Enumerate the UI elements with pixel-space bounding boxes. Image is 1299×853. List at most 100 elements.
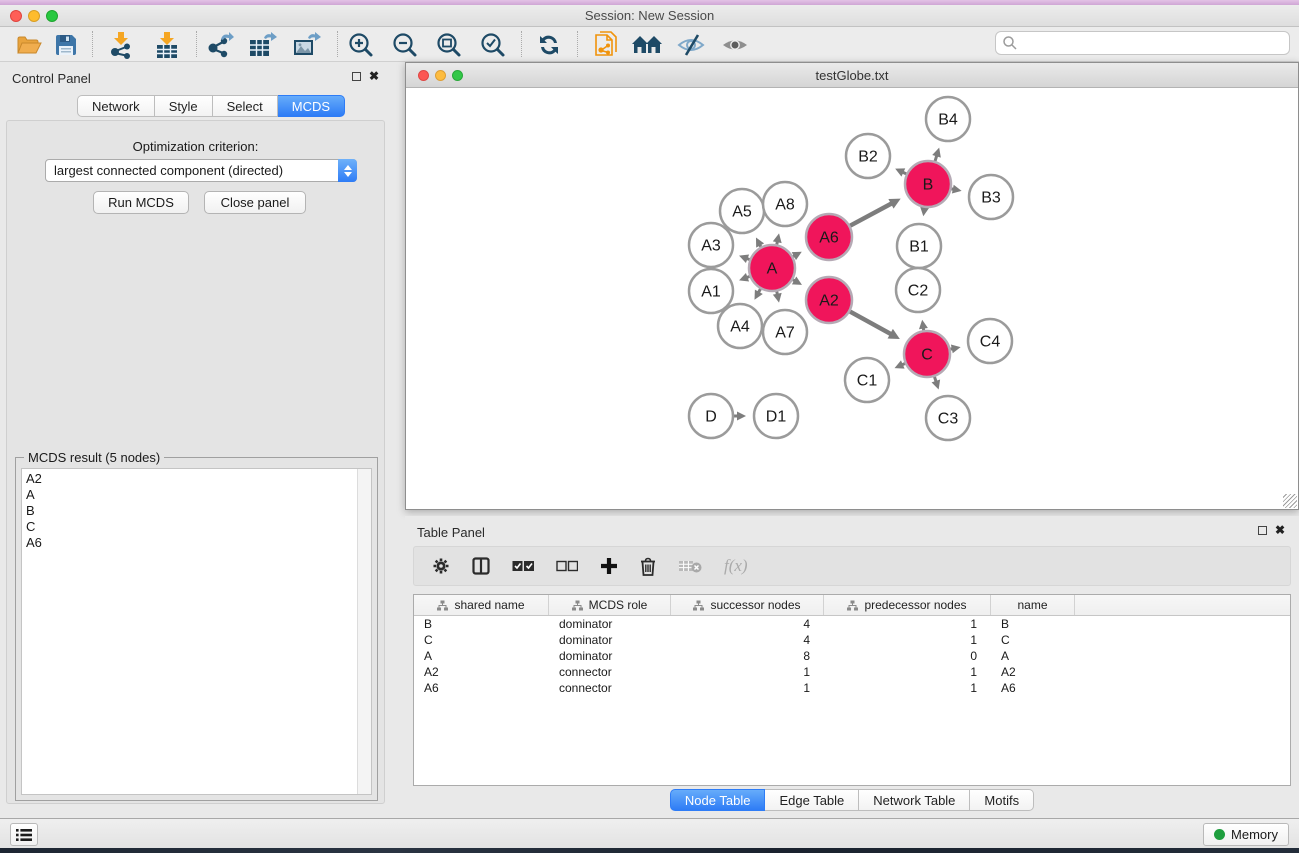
table-cell: 1 <box>671 681 824 695</box>
toolbar-separator <box>337 31 338 57</box>
network-graph-canvas[interactable]: B4B2BB3A5A8A6A3B1AA1C2A2A4A7C4CC1C3DD1 <box>406 88 1298 509</box>
tab-network-table[interactable]: Network Table <box>859 789 970 811</box>
graph-node-label: A3 <box>701 238 721 255</box>
window-resize-grip[interactable] <box>1283 494 1297 508</box>
control-panel-window-buttons: ✖ <box>352 71 379 81</box>
export-image-icon[interactable] <box>290 30 324 60</box>
node-table: shared name MCDS rolesuccessor nodes prede… <box>413 594 1291 786</box>
window-titlebar[interactable]: Session: New Session <box>0 5 1299 27</box>
tab-select[interactable]: Select <box>213 95 278 117</box>
optimization-criterion-label: Optimization criterion: <box>7 139 384 154</box>
tab-motifs[interactable]: Motifs <box>970 789 1034 811</box>
tab-node-table[interactable]: Node Table <box>670 789 766 811</box>
result-scrollbar[interactable] <box>357 469 371 794</box>
close-panel-icon[interactable]: ✖ <box>369 71 379 81</box>
refresh-icon[interactable] <box>532 30 566 60</box>
column-type-icon <box>693 600 704 611</box>
main-toolbar <box>0 27 1299 62</box>
table-row[interactable]: Cdominator41C <box>414 632 1290 648</box>
open-session-icon[interactable] <box>12 30 46 60</box>
table-row[interactable]: A2connector11A2 <box>414 664 1290 680</box>
select-all-columns-icon[interactable] <box>512 560 534 572</box>
table-panel-window-buttons: ✖ <box>1258 525 1285 535</box>
graph-node-label: D <box>705 409 717 426</box>
delete-table-icon[interactable] <box>678 559 702 573</box>
import-network-icon[interactable] <box>104 30 138 60</box>
memory-button[interactable]: Memory <box>1203 823 1289 846</box>
column-header-label: predecessor nodes <box>864 598 966 612</box>
export-table-icon[interactable] <box>246 30 280 60</box>
control-panel-title: Control Panel <box>12 71 91 86</box>
zoom-in-icon[interactable] <box>344 30 378 60</box>
save-session-icon[interactable] <box>49 30 83 60</box>
table-cell: 1 <box>824 665 991 679</box>
table-tabs: Node TableEdge TableNetwork TableMotifs <box>670 789 1034 811</box>
table-row[interactable]: Adominator80A <box>414 648 1290 664</box>
graph-edge-arrowhead <box>773 233 782 243</box>
tab-edge-table[interactable]: Edge Table <box>765 789 859 811</box>
close-panel-icon[interactable]: ✖ <box>1275 525 1285 535</box>
result-item[interactable]: A6 <box>26 535 371 551</box>
criterion-dropdown-value: largest connected component (directed) <box>46 163 338 178</box>
column-header-shared-name[interactable]: shared name <box>414 595 549 615</box>
zoom-out-icon[interactable] <box>388 30 422 60</box>
graph-node-label: B1 <box>909 239 929 256</box>
network-view-window: testGlobe.txt B4B2BB3A5A8A6A3B1AA1C2A2A4… <box>405 62 1299 510</box>
float-panel-icon[interactable] <box>352 72 361 81</box>
graph-node-label: C <box>921 347 933 364</box>
network-from-file-icon[interactable] <box>589 30 623 60</box>
column-type-icon <box>847 600 858 611</box>
search-field[interactable] <box>995 31 1290 55</box>
run-mcds-button[interactable]: Run MCDS <box>93 191 189 214</box>
column-header-successor-nodes[interactable]: successor nodes <box>671 595 824 615</box>
network-window-titlebar[interactable]: testGlobe.txt <box>406 63 1298 88</box>
toolbar-separator <box>92 31 93 57</box>
result-item[interactable]: A <box>26 487 371 503</box>
table-cell: A2 <box>414 665 549 679</box>
result-item[interactable]: B <box>26 503 371 519</box>
export-network-icon[interactable] <box>203 30 237 60</box>
close-panel-button[interactable]: Close panel <box>204 191 306 214</box>
mcds-result-items: A2ABCA6 <box>22 471 371 551</box>
graph-edge-A6-B[interactable] <box>850 203 893 226</box>
search-input[interactable] <box>1018 35 1289 51</box>
show-columns-icon[interactable] <box>472 557 490 575</box>
settings-gear-icon[interactable] <box>432 557 450 575</box>
graph-edge-A2-C[interactable] <box>850 312 892 335</box>
import-table-icon[interactable] <box>150 30 184 60</box>
criterion-dropdown[interactable]: largest connected component (directed) <box>45 159 357 182</box>
mcds-tab-content: Optimization criterion: largest connecte… <box>6 120 385 804</box>
hide-graphics-details-icon[interactable] <box>674 30 708 60</box>
create-column-icon[interactable] <box>600 557 618 575</box>
delete-columns-icon[interactable] <box>640 557 656 576</box>
tab-mcds[interactable]: MCDS <box>278 95 345 117</box>
unselect-all-columns-icon[interactable] <box>556 560 578 572</box>
table-row[interactable]: Bdominator41B <box>414 616 1290 632</box>
graph-edge-arrowhead <box>932 148 941 158</box>
tab-network[interactable]: Network <box>77 95 155 117</box>
result-item[interactable]: C <box>26 519 371 535</box>
show-graphics-details-icon[interactable] <box>718 30 752 60</box>
zoom-selected-icon[interactable] <box>476 30 510 60</box>
function-builder-icon[interactable]: f(x) <box>724 556 748 576</box>
desktop-wallpaper-strip-bottom <box>0 848 1299 853</box>
table-row[interactable]: A6connector11A6 <box>414 680 1290 696</box>
graph-node-label: A2 <box>819 293 839 310</box>
column-header-predecessor-nodes[interactable]: predecessor nodes <box>824 595 991 615</box>
mcds-result-list[interactable]: A2ABCA6 <box>21 468 372 795</box>
graph-edge-arrowhead <box>951 344 961 353</box>
home-icon[interactable] <box>630 30 664 60</box>
column-header-MCDS-role[interactable]: MCDS role <box>549 595 671 615</box>
window-title: Session: New Session <box>0 8 1299 23</box>
column-header-label: shared name <box>454 598 524 612</box>
task-history-button[interactable] <box>10 823 38 846</box>
float-panel-icon[interactable] <box>1258 526 1267 535</box>
search-icon <box>1002 35 1018 51</box>
tab-style[interactable]: Style <box>155 95 213 117</box>
result-item[interactable]: A2 <box>26 471 371 487</box>
column-header-name[interactable]: name <box>991 595 1075 615</box>
zoom-fit-icon[interactable] <box>432 30 466 60</box>
graph-edge-arrowhead <box>952 185 962 194</box>
graph-node-label: A <box>767 261 778 278</box>
graph-node-label: A4 <box>730 319 750 336</box>
